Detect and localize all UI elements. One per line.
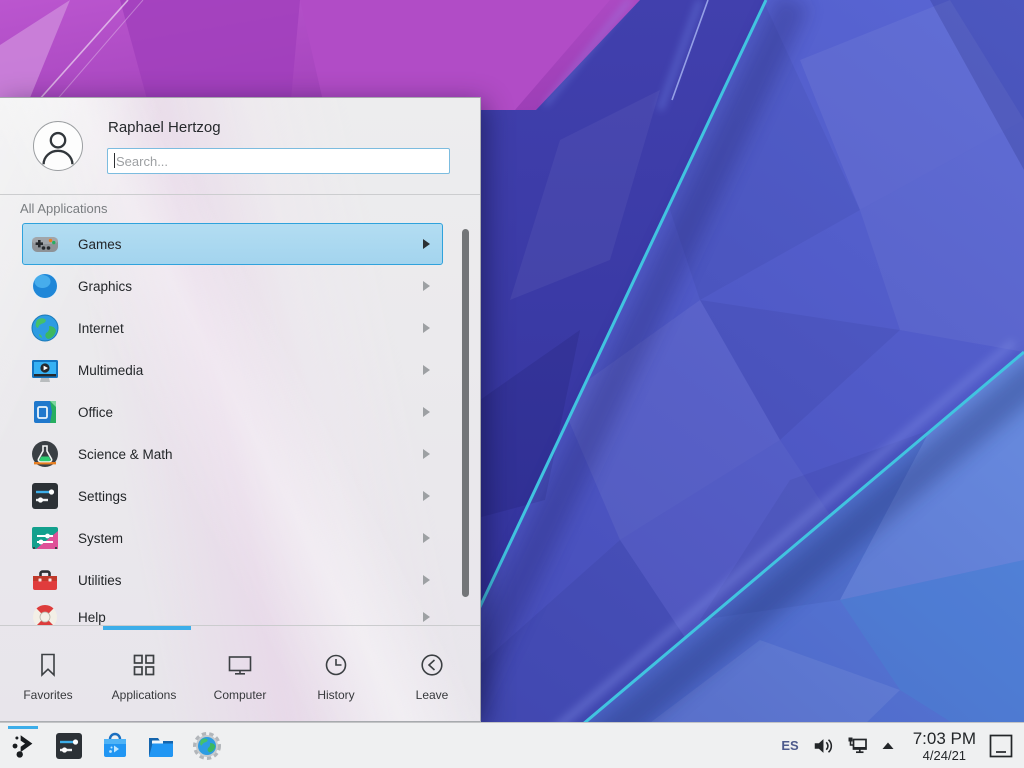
category-label: Multimedia <box>78 363 423 378</box>
volume-icon[interactable] <box>812 735 834 757</box>
category-help[interactable]: Help <box>22 596 443 625</box>
keyboard-layout-indicator[interactable]: ES <box>781 738 798 753</box>
category-system[interactable]: System <box>22 517 443 559</box>
user-name: Raphael Hertzog <box>108 119 221 136</box>
tab-leave[interactable]: Leave <box>384 631 480 721</box>
tab-computer[interactable]: Computer <box>192 631 288 721</box>
submenu-arrow-icon <box>423 612 430 622</box>
submenu-arrow-icon <box>423 407 430 417</box>
category-list: Games Graphics <box>0 223 480 625</box>
sliders-color-icon <box>29 522 61 554</box>
header-divider <box>0 194 480 195</box>
launcher-tabbar: Favorites Applications <box>0 631 480 721</box>
tab-favorites[interactable]: Favorites <box>0 631 96 721</box>
tab-label: Favorites <box>23 688 72 702</box>
submenu-arrow-icon <box>423 281 430 291</box>
web-browser-button[interactable] <box>188 726 226 766</box>
tab-applications[interactable]: Applications <box>96 631 192 721</box>
monitor-play-icon <box>29 354 61 386</box>
active-indicator <box>8 726 38 729</box>
category-label: Office <box>78 405 423 420</box>
list-scrollbar[interactable] <box>462 229 469 597</box>
category-multimedia[interactable]: Multimedia <box>22 349 443 391</box>
system-settings-icon <box>53 730 85 762</box>
globe-icon <box>29 312 61 344</box>
submenu-arrow-icon <box>423 239 430 249</box>
category-settings[interactable]: Settings <box>22 475 443 517</box>
network-icon[interactable] <box>845 734 869 758</box>
taskbar: ES <box>0 722 1024 768</box>
text-caret <box>114 153 115 168</box>
digital-clock[interactable]: 7:03 PM 4/24/21 <box>913 730 976 762</box>
lifebuoy-icon <box>29 601 61 625</box>
app-launcher-button[interactable] <box>4 726 42 766</box>
user-icon <box>34 122 82 170</box>
desktop: Raphael Hertzog All Applications <box>0 0 1024 768</box>
category-science[interactable]: Science & Math <box>22 433 443 475</box>
folder-icon <box>145 730 177 762</box>
category-label: Help <box>78 610 423 625</box>
tab-label: Computer <box>214 688 267 702</box>
category-label: Games <box>78 237 423 252</box>
document-icon <box>29 396 61 428</box>
submenu-arrow-icon <box>423 533 430 543</box>
active-tab-indicator <box>103 626 191 630</box>
tab-history[interactable]: History <box>288 631 384 721</box>
gamepad-icon <box>29 228 61 260</box>
expand-tray-arrow-icon[interactable] <box>880 738 896 754</box>
category-label: Graphics <box>78 279 423 294</box>
tabbar-divider <box>0 625 480 626</box>
launcher-header: Raphael Hertzog <box>0 98 480 194</box>
clock-time: 7:03 PM <box>913 730 976 747</box>
bookmark-icon <box>34 651 62 679</box>
file-manager-button[interactable] <box>142 726 180 766</box>
search-box <box>107 148 450 174</box>
submenu-arrow-icon <box>423 323 430 333</box>
category-games[interactable]: Games <box>22 223 443 265</box>
category-office[interactable]: Office <box>22 391 443 433</box>
show-desktop-icon <box>988 733 1014 759</box>
system-tray: ES <box>781 723 1016 768</box>
grid-icon <box>130 651 158 679</box>
sphere-icon <box>29 270 61 302</box>
leave-icon <box>418 651 446 679</box>
submenu-arrow-icon <box>423 365 430 375</box>
category-label: Settings <box>78 489 423 504</box>
clock-date: 4/24/21 <box>913 749 976 762</box>
submenu-arrow-icon <box>423 575 430 585</box>
category-utilities[interactable]: Utilities <box>22 559 443 601</box>
discover-bag-icon <box>99 730 131 762</box>
category-label: System <box>78 531 423 546</box>
category-graphics[interactable]: Graphics <box>22 265 443 307</box>
user-avatar[interactable] <box>33 121 83 171</box>
show-desktop-button[interactable] <box>988 733 1014 759</box>
application-launcher-popup: Raphael Hertzog All Applications <box>0 97 481 722</box>
computer-icon <box>226 651 254 679</box>
tab-label: Leave <box>416 688 449 702</box>
toolbox-icon <box>29 564 61 596</box>
category-label: Utilities <box>78 573 423 588</box>
search-input[interactable] <box>107 148 450 174</box>
submenu-arrow-icon <box>423 491 430 501</box>
category-internet[interactable]: Internet <box>22 307 443 349</box>
system-settings-button[interactable] <box>50 726 88 766</box>
submenu-arrow-icon <box>423 449 430 459</box>
flask-icon <box>29 438 61 470</box>
kickoff-icon <box>8 731 38 761</box>
category-label: Internet <box>78 321 423 336</box>
category-label: Science & Math <box>78 447 423 462</box>
tab-label: Applications <box>112 688 177 702</box>
globe-gear-icon <box>191 730 223 762</box>
discover-store-button[interactable] <box>96 726 134 766</box>
tab-label: History <box>317 688 354 702</box>
section-label: All Applications <box>20 201 107 216</box>
sliders-dark-icon <box>29 480 61 512</box>
history-icon <box>322 651 350 679</box>
